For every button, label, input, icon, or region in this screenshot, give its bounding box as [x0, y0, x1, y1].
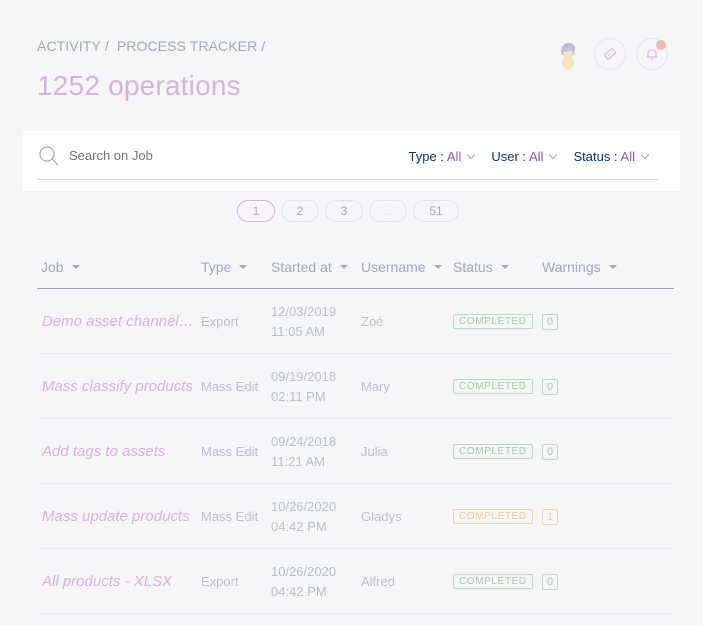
sort-icon [339, 265, 348, 269]
sort-icon [71, 265, 80, 269]
started-time: 04:42 PM [271, 584, 327, 599]
started-time: 11:05 AM [271, 324, 325, 339]
ticket-icon [604, 48, 616, 60]
status-filter-label: Status : [573, 149, 618, 164]
bell-icon [647, 49, 657, 60]
table-row[interactable]: All products - XLSX Export 10/26/2020 04:… [37, 549, 674, 614]
page-button-3[interactable]: 3 [325, 200, 363, 222]
status-badge: COMPLETED [453, 379, 533, 394]
started-at: 12/03/2019 11:05 AM [271, 302, 336, 342]
username: Julia [361, 444, 388, 459]
chevron-down-icon [549, 150, 558, 160]
started-date: 09/19/2018 [271, 369, 337, 384]
column-header-type[interactable]: Type [201, 259, 248, 275]
breadcrumb-process-tracker[interactable]: PROCESS TRACKER [117, 38, 258, 54]
sort-icon [608, 265, 617, 269]
sort-icon [433, 265, 442, 269]
type-filter-label: Type : [408, 149, 444, 164]
type-filter[interactable]: Type : All [408, 149, 476, 164]
started-time: 04:42 PM [271, 519, 327, 534]
job-type: Mass Edit [201, 444, 259, 459]
status-badge: COMPLETED [453, 314, 533, 329]
user-filter-label: User : [491, 149, 527, 164]
column-header-warnings[interactable]: Warnings [542, 259, 617, 275]
table-row[interactable]: Demo asset channel export Export 12/03/2… [37, 289, 674, 354]
job-link[interactable]: Mass update products [42, 508, 194, 525]
job-link[interactable]: All products - XLSX [42, 573, 194, 590]
job-link[interactable]: Demo asset channel export [42, 313, 194, 330]
breadcrumb-separator: / [261, 38, 266, 54]
job-type: Export [201, 574, 239, 589]
column-header-started-at[interactable]: Started at [271, 259, 348, 275]
warnings-badge: 0 [542, 379, 559, 395]
started-date: 12/03/2019 [271, 304, 337, 319]
chevron-down-icon [640, 150, 650, 160]
breadcrumb-separator: / [104, 38, 109, 54]
sort-icon [239, 265, 248, 269]
search-bar: Type : All User : All Status : All [23, 131, 680, 191]
started-at: 09/19/2018 02:11 PM [271, 367, 336, 407]
page-button-2[interactable]: 2 [281, 200, 319, 222]
warnings-badge: 1 [542, 509, 559, 525]
column-header-job[interactable]: Job [41, 259, 80, 275]
status-filter[interactable]: Status : All [573, 149, 650, 164]
username: Gladys [361, 509, 402, 524]
table-row[interactable]: Add tags to assets Mass Edit 09/24/2018 1… [37, 419, 674, 484]
avatar-icon [561, 43, 575, 69]
status-badge: COMPLETED [453, 509, 533, 524]
page-ellipsis: ... [369, 200, 407, 222]
search-input[interactable] [67, 147, 291, 164]
started-at: 10/26/2020 04:42 PM [271, 562, 336, 602]
page-button-1[interactable]: 1 [237, 200, 275, 222]
job-type: Mass Edit [201, 509, 259, 524]
status-badge: COMPLETED [453, 574, 533, 589]
started-date: 10/26/2020 [271, 564, 337, 579]
started-time: 11:21 AM [271, 454, 325, 469]
breadcrumb-activity[interactable]: ACTIVITY [37, 38, 101, 54]
warnings-badge: 0 [542, 574, 559, 590]
page-title: 1252 operations [37, 70, 241, 101]
user-filter[interactable]: User : All [491, 149, 558, 164]
chevron-down-icon [467, 150, 476, 160]
breadcrumb: ACTIVITY / PROCESS TRACKER / [37, 38, 269, 54]
started-time: 02:11 PM [271, 389, 326, 404]
started-at: 10/26/2020 04:42 PM [271, 497, 336, 537]
pagination: 1 2 3 ... 51 [237, 200, 459, 222]
table-header: Job Type Started at Username Status Warn… [37, 250, 674, 289]
table-row[interactable]: Mass update products Mass Edit 10/26/202… [37, 484, 674, 549]
status-badge: COMPLETED [453, 444, 533, 459]
type-filter-value: All [446, 149, 462, 164]
table-row[interactable]: Mass classify products Mass Edit 09/19/2… [37, 354, 674, 419]
warnings-badge: 0 [542, 444, 559, 460]
warnings-badge: 0 [542, 314, 559, 330]
help-button[interactable] [594, 38, 626, 70]
job-link[interactable]: Mass classify products [42, 378, 194, 395]
avatar[interactable] [552, 38, 584, 70]
username: Zoé [361, 314, 384, 329]
started-at: 09/24/2018 11:21 AM [271, 432, 336, 472]
status-filter-value: All [620, 149, 635, 164]
notification-badge [656, 40, 666, 50]
search-underline [37, 179, 658, 180]
started-date: 09/24/2018 [271, 434, 337, 449]
operations-table: Job Type Started at Username Status Warn… [37, 250, 674, 614]
job-link[interactable]: Add tags to assets [42, 443, 194, 460]
filters: Type : All User : All Status : All [408, 149, 650, 164]
column-header-status[interactable]: Status [453, 259, 509, 275]
started-date: 10/26/2020 [271, 499, 337, 514]
job-type: Export [201, 314, 239, 329]
page-button-last[interactable]: 51 [413, 200, 459, 222]
user-filter-value: All [529, 149, 544, 164]
job-type: Mass Edit [201, 379, 259, 394]
top-toolbar [552, 38, 668, 70]
column-header-username[interactable]: Username [361, 259, 442, 275]
username: Alfred [361, 574, 395, 589]
search-icon [39, 146, 59, 166]
username: Mary [361, 379, 390, 394]
sort-icon [500, 265, 509, 269]
notifications-button[interactable] [636, 38, 668, 70]
